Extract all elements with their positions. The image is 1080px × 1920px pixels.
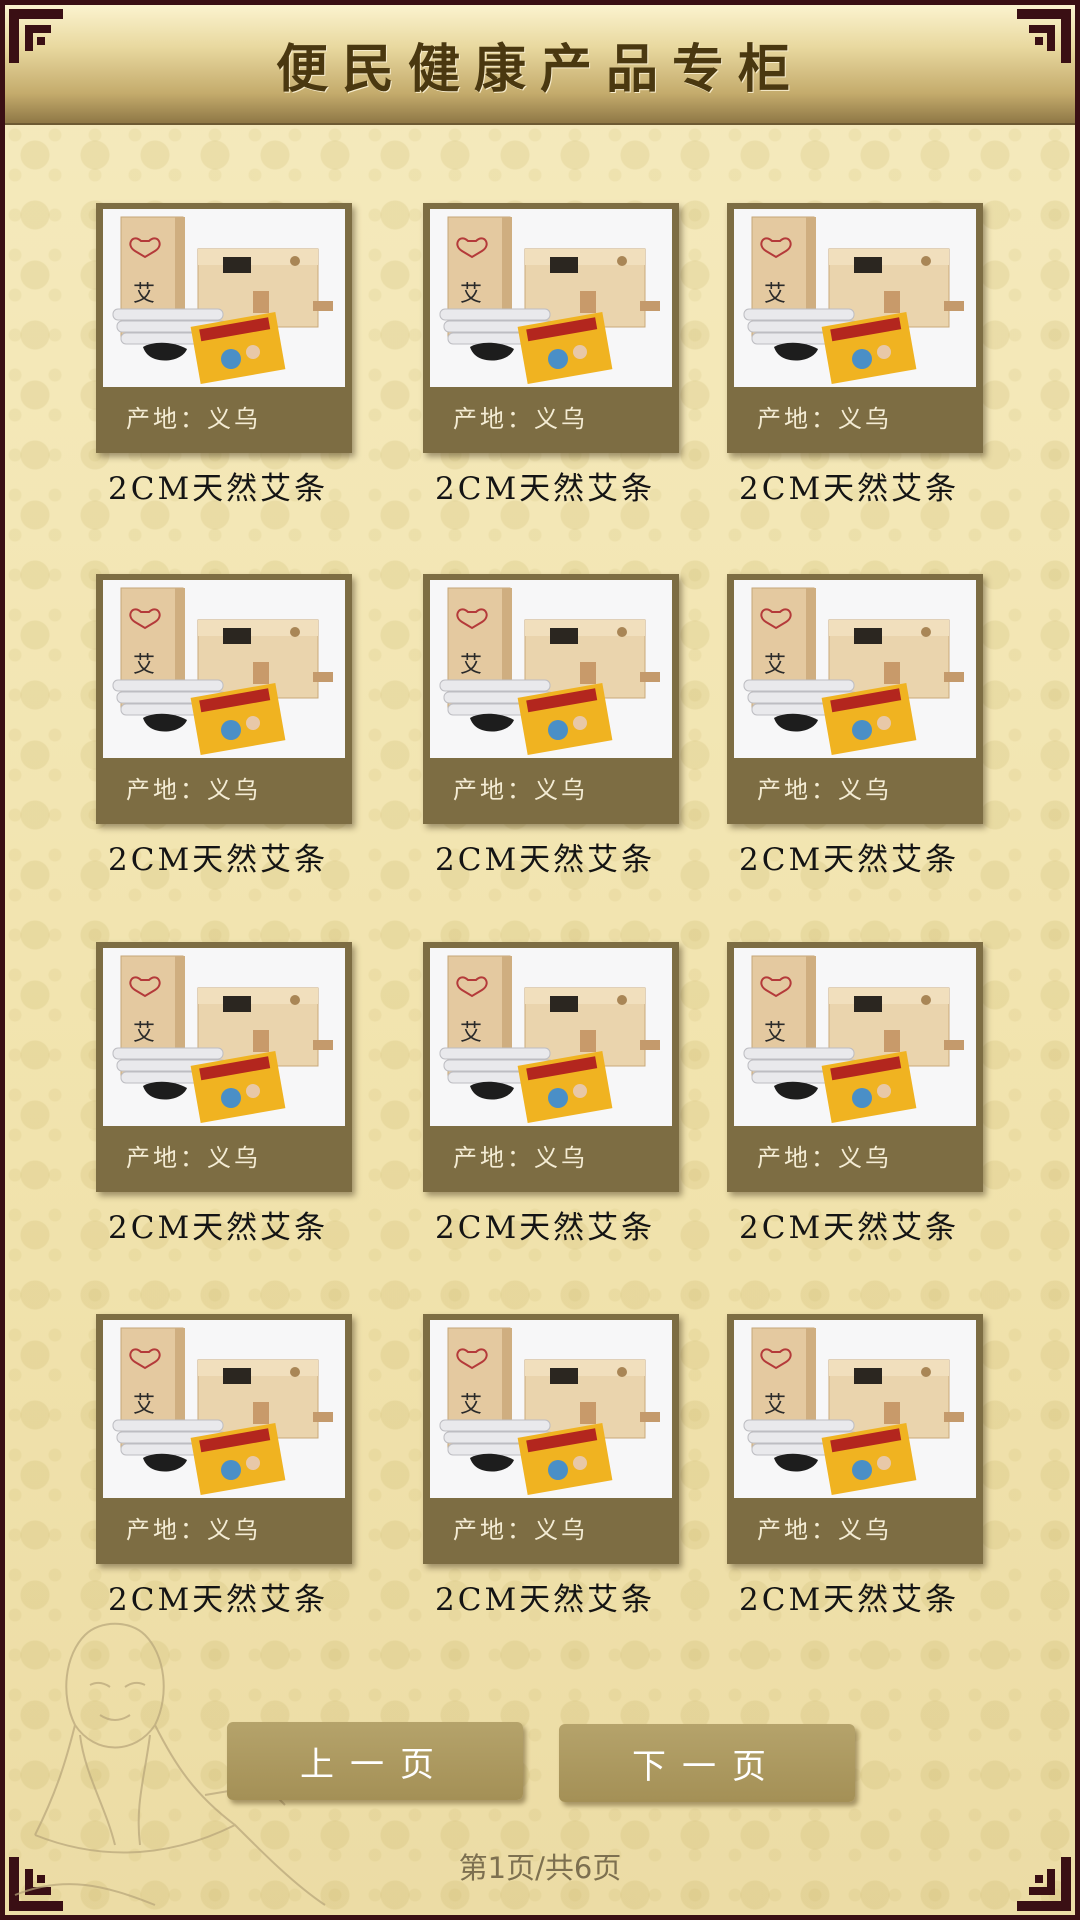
product-origin: 产地：义乌: [453, 405, 588, 433]
svg-text:艾: 艾: [764, 1393, 786, 1418]
product-origin: 产地：义乌: [757, 405, 892, 433]
product-name[interactable]: 2CM天然艾条: [435, 1202, 735, 1247]
product-name[interactable]: 2CM天然艾条: [108, 1574, 408, 1619]
product-name[interactable]: 2CM天然艾条: [739, 1202, 1039, 1247]
product-origin: 产地：义乌: [453, 1516, 588, 1544]
product-card[interactable]: 艾 产地：义乌: [96, 203, 352, 453]
svg-text:艾: 艾: [460, 653, 482, 678]
product-card[interactable]: 艾 产地：义乌: [96, 1314, 352, 1564]
product-origin: 产地：义乌: [126, 405, 261, 433]
product-image: 艾: [430, 1320, 672, 1498]
product-image: 艾: [103, 580, 345, 758]
next-page-button[interactable]: 下一页: [559, 1724, 855, 1802]
product-origin: 产地：义乌: [757, 776, 892, 804]
product-image: 艾: [430, 209, 672, 387]
prev-page-button[interactable]: 上一页: [227, 1722, 523, 1800]
corner-ornament-icon: [9, 9, 63, 63]
product-name[interactable]: 2CM天然艾条: [739, 834, 1039, 879]
app-frame: 便民健康产品专柜 艾 产地：义乌 2CM天然艾条 艾 产地：义乌 2CM天然艾条…: [5, 5, 1075, 1915]
product-card[interactable]: 艾 产地：义乌: [423, 203, 679, 453]
product-name[interactable]: 2CM天然艾条: [435, 1574, 735, 1619]
product-card[interactable]: 艾 产地：义乌: [423, 1314, 679, 1564]
page-title: 便民健康产品专柜: [275, 38, 804, 100]
svg-text:艾: 艾: [460, 1021, 482, 1046]
header-bar: 便民健康产品专柜: [5, 5, 1075, 125]
product-image: 艾: [103, 1320, 345, 1498]
product-card[interactable]: 艾 产地：义乌: [727, 574, 983, 824]
svg-text:艾: 艾: [764, 653, 786, 678]
product-image: 艾: [103, 948, 345, 1126]
svg-text:艾: 艾: [133, 653, 155, 678]
product-card[interactable]: 艾 产地：义乌: [423, 942, 679, 1192]
product-image: 艾: [734, 1320, 976, 1498]
svg-text:艾: 艾: [133, 1393, 155, 1418]
product-image: 艾: [103, 209, 345, 387]
product-name[interactable]: 2CM天然艾条: [739, 463, 1039, 508]
svg-text:艾: 艾: [460, 282, 482, 307]
product-name[interactable]: 2CM天然艾条: [739, 1574, 1039, 1619]
svg-text:艾: 艾: [460, 1393, 482, 1418]
product-image: 艾: [734, 580, 976, 758]
product-card[interactable]: 艾 产地：义乌: [727, 203, 983, 453]
product-image: 艾: [430, 580, 672, 758]
corner-ornament-icon: [1017, 9, 1071, 63]
svg-text:艾: 艾: [764, 1021, 786, 1046]
svg-text:艾: 艾: [764, 282, 786, 307]
svg-text:艾: 艾: [133, 1021, 155, 1046]
page-indicator: 第1页/共6页: [458, 1851, 622, 1885]
product-name[interactable]: 2CM天然艾条: [108, 834, 408, 879]
product-card[interactable]: 艾 产地：义乌: [423, 574, 679, 824]
product-name[interactable]: 2CM天然艾条: [108, 463, 408, 508]
product-origin: 产地：义乌: [453, 1144, 588, 1172]
product-image: 艾: [734, 209, 976, 387]
product-image: 艾: [734, 948, 976, 1126]
product-origin: 产地：义乌: [126, 1144, 261, 1172]
product-name[interactable]: 2CM天然艾条: [435, 834, 735, 879]
product-card[interactable]: 艾 产地：义乌: [96, 942, 352, 1192]
product-origin: 产地：义乌: [453, 776, 588, 804]
product-origin: 产地：义乌: [757, 1144, 892, 1172]
product-name[interactable]: 2CM天然艾条: [108, 1202, 408, 1247]
svg-text:艾: 艾: [133, 282, 155, 307]
product-origin: 产地：义乌: [126, 776, 261, 804]
product-origin: 产地：义乌: [126, 1516, 261, 1544]
product-name[interactable]: 2CM天然艾条: [435, 463, 735, 508]
product-origin: 产地：义乌: [757, 1516, 892, 1544]
product-card[interactable]: 艾 产地：义乌: [96, 574, 352, 824]
product-card[interactable]: 艾 产地：义乌: [727, 1314, 983, 1564]
product-card[interactable]: 艾 产地：义乌: [727, 942, 983, 1192]
product-image: 艾: [430, 948, 672, 1126]
